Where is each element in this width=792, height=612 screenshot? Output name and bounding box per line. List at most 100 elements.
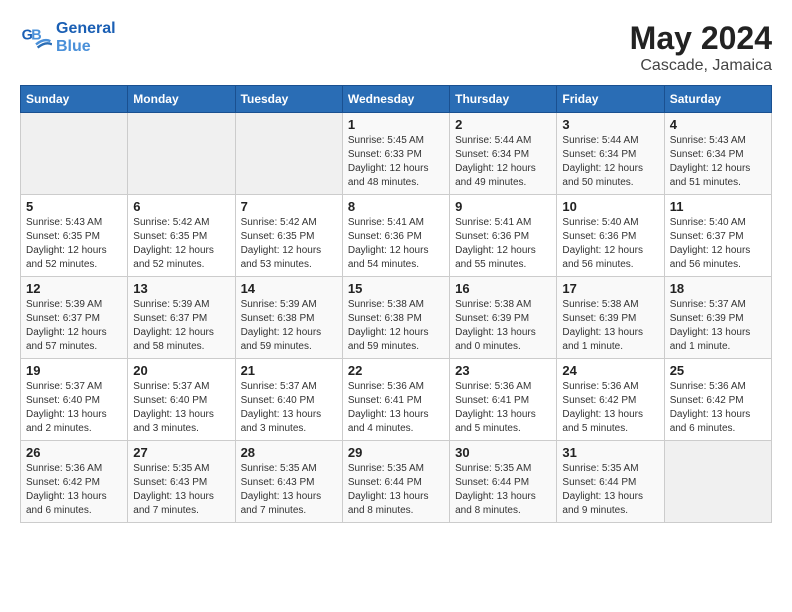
day-number: 10 bbox=[562, 199, 658, 214]
day-number: 18 bbox=[670, 281, 766, 296]
day-info: Sunrise: 5:42 AM Sunset: 6:35 PM Dayligh… bbox=[241, 216, 337, 272]
day-number: 23 bbox=[455, 363, 551, 378]
day-info: Sunrise: 5:35 AM Sunset: 6:44 PM Dayligh… bbox=[562, 462, 658, 518]
day-number: 29 bbox=[348, 445, 444, 460]
weekday-header-monday: Monday bbox=[128, 86, 235, 113]
day-info: Sunrise: 5:35 AM Sunset: 6:43 PM Dayligh… bbox=[241, 462, 337, 518]
day-info: Sunrise: 5:37 AM Sunset: 6:40 PM Dayligh… bbox=[241, 380, 337, 436]
day-number: 30 bbox=[455, 445, 551, 460]
day-info: Sunrise: 5:36 AM Sunset: 6:42 PM Dayligh… bbox=[670, 380, 766, 436]
day-info: Sunrise: 5:39 AM Sunset: 6:38 PM Dayligh… bbox=[241, 298, 337, 354]
day-info: Sunrise: 5:36 AM Sunset: 6:42 PM Dayligh… bbox=[562, 380, 658, 436]
day-info: Sunrise: 5:38 AM Sunset: 6:38 PM Dayligh… bbox=[348, 298, 444, 354]
day-number: 3 bbox=[562, 117, 658, 132]
day-info: Sunrise: 5:35 AM Sunset: 6:43 PM Dayligh… bbox=[133, 462, 229, 518]
calendar-cell: 6 Sunrise: 5:42 AM Sunset: 6:35 PM Daylig… bbox=[128, 195, 235, 277]
day-info: Sunrise: 5:39 AM Sunset: 6:37 PM Dayligh… bbox=[26, 298, 122, 354]
weekday-header-friday: Friday bbox=[557, 86, 664, 113]
week-row-2: 5 Sunrise: 5:43 AM Sunset: 6:35 PM Daylig… bbox=[21, 195, 772, 277]
calendar-cell bbox=[235, 113, 342, 195]
day-number: 12 bbox=[26, 281, 122, 296]
calendar-cell: 13Sunrise: 5:39 AM Sunset: 6:37 PM Dayli… bbox=[128, 277, 235, 359]
day-number: 31 bbox=[562, 445, 658, 460]
calendar-cell: 7 Sunrise: 5:42 AM Sunset: 6:35 PM Daylig… bbox=[235, 195, 342, 277]
day-number: 26 bbox=[26, 445, 122, 460]
day-info: Sunrise: 5:42 AM Sunset: 6:35 PM Dayligh… bbox=[133, 216, 229, 272]
day-info: Sunrise: 5:38 AM Sunset: 6:39 PM Dayligh… bbox=[455, 298, 551, 354]
day-info: Sunrise: 5:41 AM Sunset: 6:36 PM Dayligh… bbox=[348, 216, 444, 272]
day-info: Sunrise: 5:44 AM Sunset: 6:34 PM Dayligh… bbox=[455, 134, 551, 190]
day-info: Sunrise: 5:45 AM Sunset: 6:33 PM Dayligh… bbox=[348, 134, 444, 190]
day-info: Sunrise: 5:37 AM Sunset: 6:39 PM Dayligh… bbox=[670, 298, 766, 354]
day-number: 21 bbox=[241, 363, 337, 378]
day-number: 7 bbox=[241, 199, 337, 214]
day-info: Sunrise: 5:36 AM Sunset: 6:42 PM Dayligh… bbox=[26, 462, 122, 518]
day-info: Sunrise: 5:36 AM Sunset: 6:41 PM Dayligh… bbox=[455, 380, 551, 436]
calendar-cell: 14 Sunrise: 5:39 AM Sunset: 6:38 PM Dayli… bbox=[235, 277, 342, 359]
day-info: Sunrise: 5:44 AM Sunset: 6:34 PM Dayligh… bbox=[562, 134, 658, 190]
calendar-cell: 21 Sunrise: 5:37 AM Sunset: 6:40 PM Dayli… bbox=[235, 359, 342, 441]
day-number: 5 bbox=[26, 199, 122, 214]
day-info: Sunrise: 5:35 AM Sunset: 6:44 PM Dayligh… bbox=[455, 462, 551, 518]
weekday-header-tuesday: Tuesday bbox=[235, 86, 342, 113]
calendar-cell: 15 Sunrise: 5:38 AM Sunset: 6:38 PM Dayli… bbox=[342, 277, 449, 359]
calendar-cell: 10 Sunrise: 5:40 AM Sunset: 6:36 PM Dayli… bbox=[557, 195, 664, 277]
calendar-cell: 3 Sunrise: 5:44 AM Sunset: 6:34 PM Daylig… bbox=[557, 113, 664, 195]
logo-icon: G B bbox=[20, 22, 52, 54]
day-number: 20 bbox=[133, 363, 229, 378]
calendar-cell: 11Sunrise: 5:40 AM Sunset: 6:37 PM Dayli… bbox=[664, 195, 771, 277]
calendar-cell: 25 Sunrise: 5:36 AM Sunset: 6:42 PM Dayli… bbox=[664, 359, 771, 441]
weekday-header-wednesday: Wednesday bbox=[342, 86, 449, 113]
week-row-1: 1 Sunrise: 5:45 AM Sunset: 6:33 PM Daylig… bbox=[21, 113, 772, 195]
calendar-cell: 17Sunrise: 5:38 AM Sunset: 6:39 PM Dayli… bbox=[557, 277, 664, 359]
day-number: 4 bbox=[670, 117, 766, 132]
week-row-4: 19 Sunrise: 5:37 AM Sunset: 6:40 PM Dayli… bbox=[21, 359, 772, 441]
calendar-cell: 4 Sunrise: 5:43 AM Sunset: 6:34 PM Daylig… bbox=[664, 113, 771, 195]
day-number: 9 bbox=[455, 199, 551, 214]
day-number: 14 bbox=[241, 281, 337, 296]
day-info: Sunrise: 5:41 AM Sunset: 6:36 PM Dayligh… bbox=[455, 216, 551, 272]
day-number: 1 bbox=[348, 117, 444, 132]
calendar-cell: 20 Sunrise: 5:37 AM Sunset: 6:40 PM Dayli… bbox=[128, 359, 235, 441]
calendar-cell: 23 Sunrise: 5:36 AM Sunset: 6:41 PM Dayli… bbox=[450, 359, 557, 441]
day-number: 16 bbox=[455, 281, 551, 296]
day-info: Sunrise: 5:43 AM Sunset: 6:34 PM Dayligh… bbox=[670, 134, 766, 190]
day-info: Sunrise: 5:40 AM Sunset: 6:36 PM Dayligh… bbox=[562, 216, 658, 272]
calendar-cell bbox=[128, 113, 235, 195]
weekday-header-thursday: Thursday bbox=[450, 86, 557, 113]
calendar-cell: 8Sunrise: 5:41 AM Sunset: 6:36 PM Daylig… bbox=[342, 195, 449, 277]
day-info: Sunrise: 5:37 AM Sunset: 6:40 PM Dayligh… bbox=[133, 380, 229, 436]
day-number: 27 bbox=[133, 445, 229, 460]
day-number: 22 bbox=[348, 363, 444, 378]
calendar-cell: 2Sunrise: 5:44 AM Sunset: 6:34 PM Daylig… bbox=[450, 113, 557, 195]
weekday-header-row: SundayMondayTuesdayWednesdayThursdayFrid… bbox=[21, 86, 772, 113]
calendar-cell: 16 Sunrise: 5:38 AM Sunset: 6:39 PM Dayli… bbox=[450, 277, 557, 359]
calendar-table: SundayMondayTuesdayWednesdayThursdayFrid… bbox=[20, 85, 772, 523]
calendar-cell: 1 Sunrise: 5:45 AM Sunset: 6:33 PM Daylig… bbox=[342, 113, 449, 195]
day-number: 6 bbox=[133, 199, 229, 214]
day-number: 13 bbox=[133, 281, 229, 296]
day-number: 28 bbox=[241, 445, 337, 460]
calendar-cell: 5 Sunrise: 5:43 AM Sunset: 6:35 PM Daylig… bbox=[21, 195, 128, 277]
day-number: 15 bbox=[348, 281, 444, 296]
day-info: Sunrise: 5:37 AM Sunset: 6:40 PM Dayligh… bbox=[26, 380, 122, 436]
calendar-cell: 22Sunrise: 5:36 AM Sunset: 6:41 PM Dayli… bbox=[342, 359, 449, 441]
day-info: Sunrise: 5:40 AM Sunset: 6:37 PM Dayligh… bbox=[670, 216, 766, 272]
calendar-cell: 24 Sunrise: 5:36 AM Sunset: 6:42 PM Dayli… bbox=[557, 359, 664, 441]
title-area: May 2024 Cascade, Jamaica bbox=[630, 20, 772, 75]
calendar-cell: 27 Sunrise: 5:35 AM Sunset: 6:43 PM Dayli… bbox=[128, 441, 235, 523]
weekday-header-saturday: Saturday bbox=[664, 86, 771, 113]
day-number: 25 bbox=[670, 363, 766, 378]
day-number: 24 bbox=[562, 363, 658, 378]
calendar-cell: 9 Sunrise: 5:41 AM Sunset: 6:36 PM Daylig… bbox=[450, 195, 557, 277]
calendar-cell: 26 Sunrise: 5:36 AM Sunset: 6:42 PM Dayli… bbox=[21, 441, 128, 523]
week-row-3: 12 Sunrise: 5:39 AM Sunset: 6:37 PM Dayli… bbox=[21, 277, 772, 359]
calendar-cell: 28 Sunrise: 5:35 AM Sunset: 6:43 PM Dayli… bbox=[235, 441, 342, 523]
location-title: Cascade, Jamaica bbox=[630, 57, 772, 75]
calendar-cell: 18 Sunrise: 5:37 AM Sunset: 6:39 PM Dayli… bbox=[664, 277, 771, 359]
day-number: 17 bbox=[562, 281, 658, 296]
page-header: G B General Blue May 2024 Cascade, Jamai… bbox=[20, 20, 772, 75]
day-info: Sunrise: 5:43 AM Sunset: 6:35 PM Dayligh… bbox=[26, 216, 122, 272]
day-number: 19 bbox=[26, 363, 122, 378]
month-title: May 2024 bbox=[630, 20, 772, 57]
